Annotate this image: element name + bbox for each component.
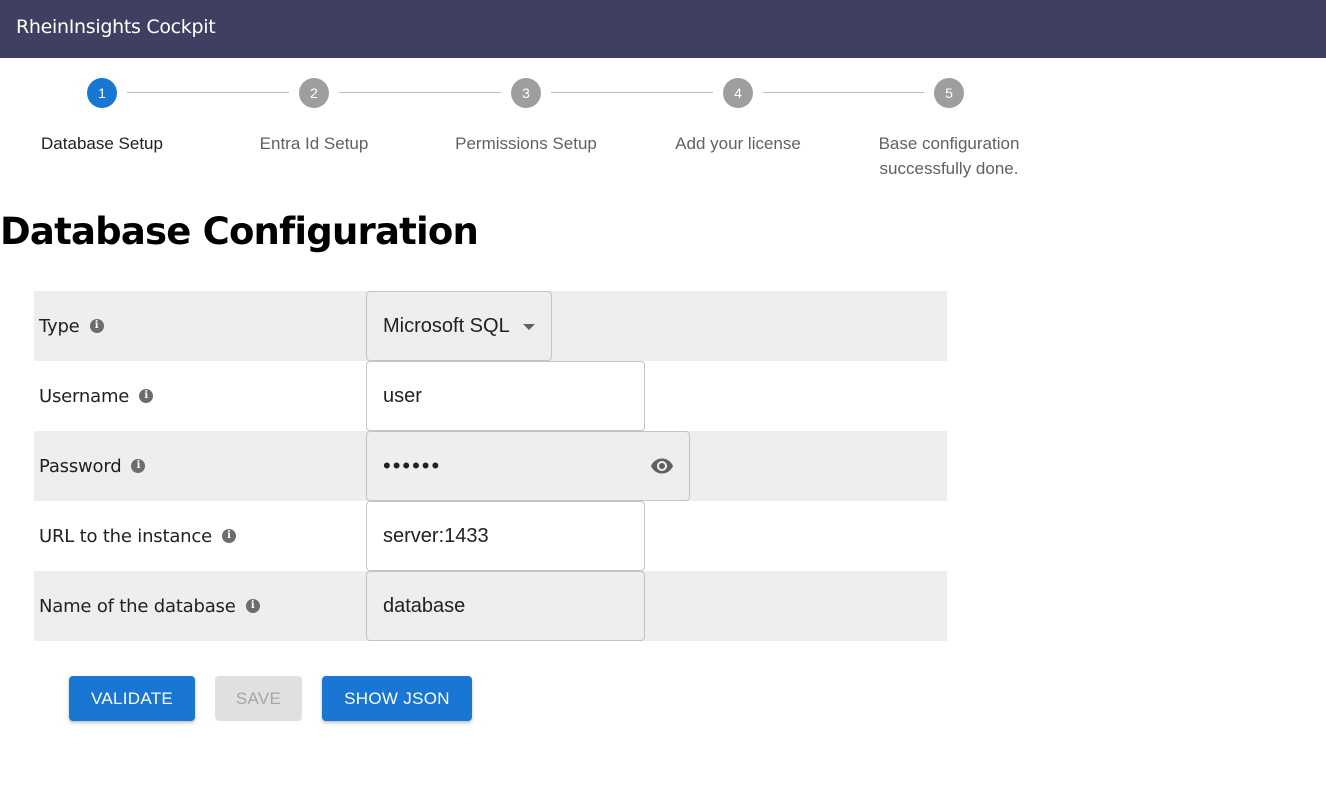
app-bar: RheinInsights Cockpit [0, 0, 1326, 58]
page-title: Database Configuration [0, 210, 479, 253]
step-5-label-line1: Base configuration [878, 134, 1020, 153]
info-icon[interactable]: i [89, 319, 104, 333]
url-label-text: URL to the instance [39, 526, 212, 547]
chevron-down-icon [523, 324, 535, 330]
info-icon[interactable]: i [245, 599, 260, 613]
info-icon[interactable]: i [131, 459, 146, 473]
step-5-label[interactable]: Base configuration successfully done. [854, 131, 1044, 181]
username-label-text: Username [39, 386, 130, 407]
eye-icon[interactable] [648, 454, 676, 478]
step-3-label[interactable]: Permissions Setup [431, 131, 621, 156]
info-icon[interactable]: i [221, 529, 236, 543]
info-icon[interactable]: i [139, 389, 154, 403]
database-type-select[interactable]: Microsoft SQL [366, 291, 552, 361]
password-label-text: Password [39, 456, 122, 477]
database-name-label-text: Name of the database [39, 596, 236, 617]
step-5-indicator[interactable]: 5 [934, 78, 964, 108]
step-4-label[interactable]: Add your license [643, 131, 833, 156]
url-input[interactable]: server:1433 [366, 501, 645, 571]
username-input[interactable]: user [366, 361, 645, 431]
step-1-indicator[interactable]: 1 [87, 78, 117, 108]
step-1-label[interactable]: Database Setup [7, 131, 197, 156]
show-json-button[interactable]: SHOW JSON [322, 676, 472, 721]
password-input[interactable]: •••••• [366, 431, 690, 501]
step-connector [127, 92, 289, 93]
step-3-indicator[interactable]: 3 [511, 78, 541, 108]
step-connector [551, 92, 713, 93]
step-2-indicator[interactable]: 2 [299, 78, 329, 108]
url-label: URL to the instance i [39, 501, 236, 571]
password-label: Password i [39, 431, 146, 501]
type-label: Type i [39, 291, 104, 361]
password-value: •••••• [383, 453, 442, 478]
database-name-value: database [383, 595, 466, 617]
database-type-value: Microsoft SQL [383, 315, 510, 337]
database-name-label: Name of the database i [39, 571, 260, 641]
step-connector [339, 92, 501, 93]
step-4-indicator[interactable]: 4 [723, 78, 753, 108]
step-connector [763, 92, 924, 93]
type-label-text: Type [39, 316, 80, 337]
username-value: user [383, 385, 422, 407]
step-5-label-line2: successfully done. [879, 159, 1019, 178]
username-label: Username i [39, 361, 154, 431]
url-value: server:1433 [383, 525, 489, 547]
save-button[interactable]: SAVE [215, 676, 302, 721]
validate-button[interactable]: VALIDATE [69, 676, 195, 721]
app-title: RheinInsights Cockpit [16, 16, 216, 38]
database-name-input[interactable]: database [366, 571, 645, 641]
step-2-label[interactable]: Entra Id Setup [219, 131, 409, 156]
